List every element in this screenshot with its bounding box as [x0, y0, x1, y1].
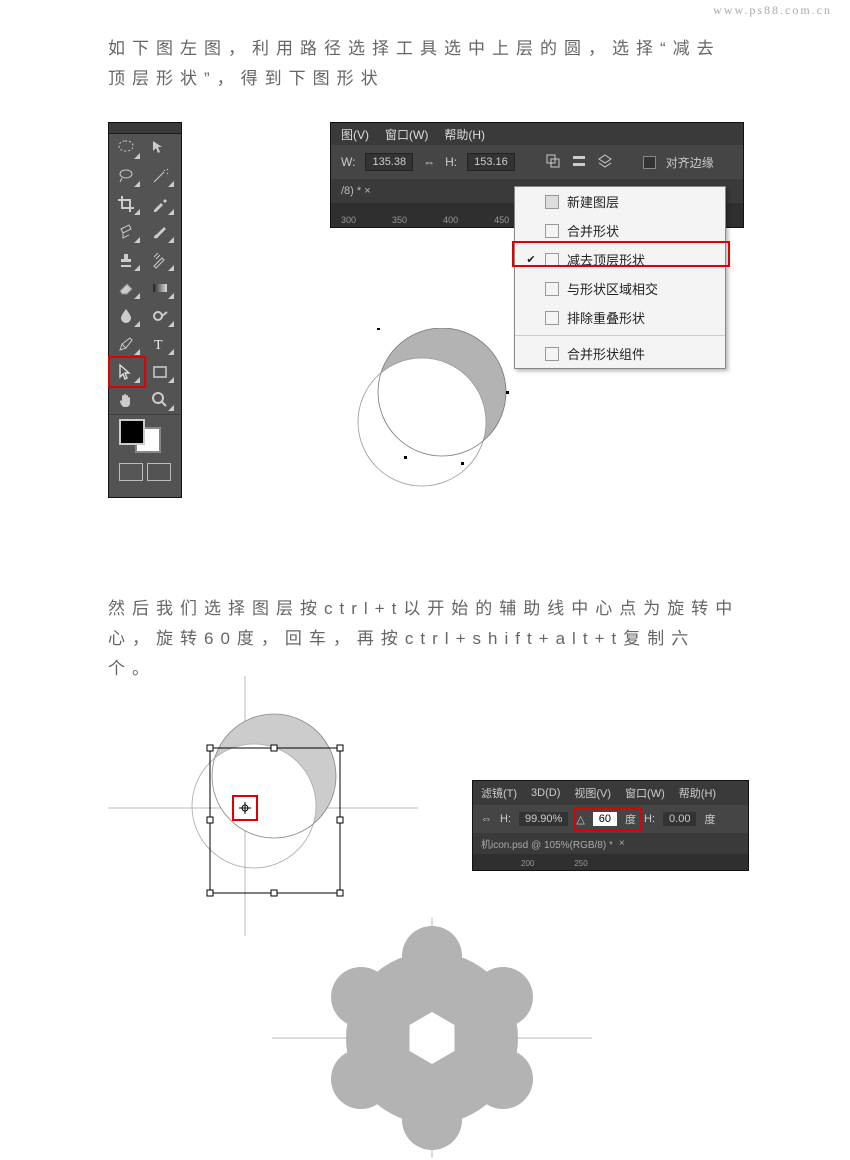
move-tool-icon[interactable]	[143, 134, 177, 162]
photoshop-tools-panel: T	[108, 122, 182, 498]
figure-3-rotated-result	[272, 918, 592, 1158]
highlight-path-selection-tool	[108, 356, 146, 388]
history-brush-tool-icon[interactable]	[143, 246, 177, 274]
tutorial-page: www.ps88.com.cn 如下图左图，利用路径选择工具选中上层的圆，选择“…	[0, 0, 850, 1160]
instruction-1: 如下图左图，利用路径选择工具选中上层的圆，选择“减去顶层形状”，得到下图形状	[108, 34, 742, 94]
svg-text:T: T	[154, 338, 163, 353]
path-operations-menu: 新建图层 合并形状 ✔减去顶层形状 与形状区域相交 排除重叠形状 合并形状组件	[514, 186, 726, 369]
highlight-subtract-menuitem	[512, 241, 730, 267]
menu-help-2[interactable]: 帮助(H)	[679, 785, 716, 801]
menu-filter[interactable]: 滤镜(T)	[481, 785, 517, 801]
skew-h-field[interactable]: 0.00	[663, 812, 696, 826]
shape-tool-icon[interactable]	[143, 358, 177, 386]
lasso-tool-icon[interactable]	[109, 162, 143, 190]
arrange-icon[interactable]	[597, 153, 613, 172]
stamp-tool-icon[interactable]	[109, 246, 143, 274]
align-edges-checkbox[interactable]	[643, 156, 656, 169]
zoom-tool-icon[interactable]	[143, 386, 177, 414]
figure-1: T	[108, 122, 182, 498]
blur-tool-icon[interactable]	[109, 302, 143, 330]
ctx-new-layer[interactable]: 新建图层	[515, 187, 725, 216]
link-icon[interactable]: ⇔	[481, 813, 492, 825]
document-tab[interactable]: /8) * ×	[341, 185, 371, 197]
panel-tab	[109, 123, 181, 134]
pen-tool-icon[interactable]	[109, 330, 143, 358]
align-icon[interactable]	[571, 153, 587, 172]
instruction-2: 然后我们选择图层按ctrl+t以开始的辅助线中心点为旋转中心，旋转60度，回车，…	[108, 594, 742, 683]
skew-h-label: H:	[644, 813, 655, 825]
height-field[interactable]: 153.16	[467, 153, 515, 171]
hand-tool-icon[interactable]	[109, 386, 143, 414]
highlight-rotation-angle	[574, 807, 642, 831]
degree-label-2: 度	[704, 811, 715, 827]
menu-3d[interactable]: 3D(D)	[531, 787, 560, 799]
eraser-tool-icon[interactable]	[109, 274, 143, 302]
brush-tool-icon[interactable]	[143, 218, 177, 246]
gradient-tool-icon[interactable]	[143, 274, 177, 302]
marquee-tool-icon[interactable]	[109, 134, 143, 162]
menu-view-2[interactable]: 视图(V)	[574, 785, 611, 801]
ruler-2: 200250	[473, 854, 748, 870]
figure-2-rotate-setup	[108, 676, 418, 936]
scale-h-field[interactable]: 99.90%	[519, 812, 568, 826]
color-swatches[interactable]	[109, 415, 181, 457]
foreground-color-swatch[interactable]	[119, 419, 145, 445]
healing-tool-icon[interactable]	[109, 218, 143, 246]
document-tab-2[interactable]: 机icon.psd @ 105%(RGB/8) *	[481, 836, 613, 851]
menu-view[interactable]: 图(V)	[341, 126, 369, 143]
crescent-shape-result	[356, 328, 516, 488]
height-label: H:	[445, 155, 457, 169]
ctx-exclude-overlapping[interactable]: 排除重叠形状	[515, 303, 725, 332]
scale-h-label: H:	[500, 813, 511, 825]
type-tool-icon[interactable]: T	[143, 330, 177, 358]
ctx-merge-shape-components[interactable]: 合并形状组件	[515, 339, 725, 368]
width-label: W:	[341, 155, 355, 169]
dodge-tool-icon[interactable]	[143, 302, 177, 330]
link-wh-icon[interactable]: ⇔	[423, 155, 435, 169]
ctx-intersect-shape-areas[interactable]: 与形状区域相交	[515, 274, 725, 303]
menu-window-2[interactable]: 窗口(W)	[625, 785, 665, 801]
eyedropper-tool-icon[interactable]	[143, 190, 177, 218]
close-tab-icon[interactable]: ×	[619, 838, 625, 849]
watermark: www.ps88.com.cn	[713, 4, 832, 16]
menu-window[interactable]: 窗口(W)	[385, 126, 428, 143]
menu-help[interactable]: 帮助(H)	[444, 126, 485, 143]
magic-wand-tool-icon[interactable]	[143, 162, 177, 190]
crop-tool-icon[interactable]	[109, 190, 143, 218]
align-edges-label: 对齐边缘	[666, 154, 714, 171]
width-field[interactable]: 135.38	[365, 153, 413, 171]
path-ops-icon[interactable]	[545, 153, 561, 172]
screen-mode-icons[interactable]	[109, 457, 181, 487]
